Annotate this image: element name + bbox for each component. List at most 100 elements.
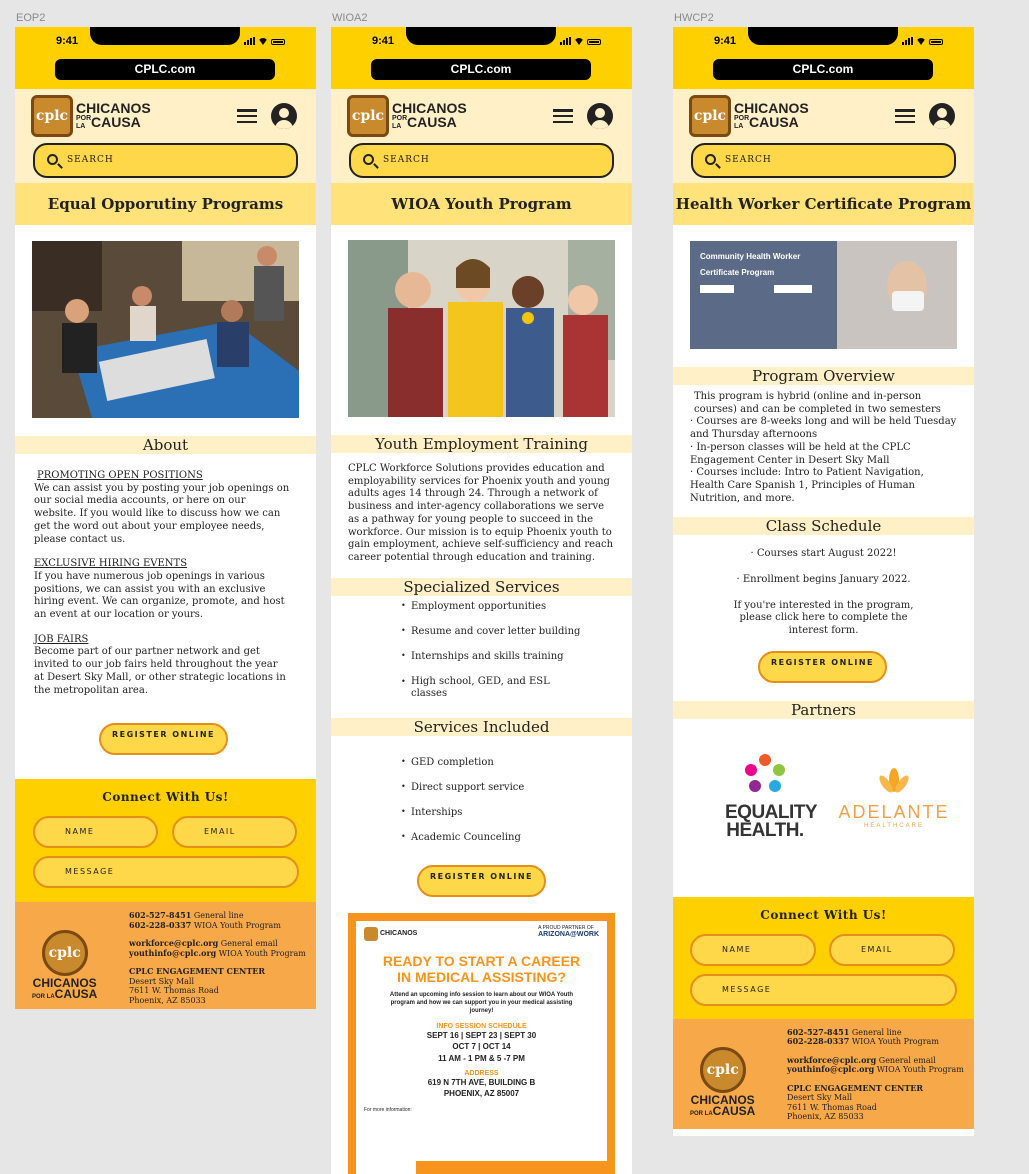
address-line1: Desert Sky Mall xyxy=(787,1093,853,1103)
email-wioa[interactable]: youthinfo@cplc.org xyxy=(129,948,216,958)
message-field[interactable]: MESSAGE xyxy=(690,973,957,1006)
url-bar[interactable]: CPLC.com xyxy=(713,59,933,80)
phone-wioa-label: WIOA Youth Program xyxy=(193,920,281,930)
address-line2: 7611 W. Thomas Road xyxy=(129,986,219,996)
email-general[interactable]: workforce@cplc.org xyxy=(787,1055,876,1065)
logo-small-text: POR LA xyxy=(76,115,92,131)
para-hiring-events: If you have numerous job openings in var… xyxy=(34,570,285,621)
search-icon xyxy=(363,154,374,165)
adelante-text: ADELANTE xyxy=(838,801,950,822)
page-title: Health Worker Certificate Program xyxy=(673,183,974,225)
included-list: GED completion Direct support service In… xyxy=(331,736,632,857)
overview-bullet2: In-person classes will be held at the CP… xyxy=(690,441,911,466)
site-header: cplc CHICANOS POR LA CAUSA SEARCH xyxy=(331,89,632,183)
url-bar[interactable]: CPLC.com xyxy=(371,59,591,80)
notch xyxy=(406,27,556,45)
register-online-button[interactable]: REGISTER ONLINE xyxy=(99,723,228,756)
url-bar[interactable]: CPLC.com xyxy=(55,59,275,80)
logo[interactable]: cplc CHICANOS POR LA CAUSA xyxy=(689,95,809,137)
phone-general-label: General line xyxy=(193,911,244,921)
logo[interactable]: cplc CHICANOS POR LA CAUSA xyxy=(347,95,467,137)
email-field[interactable]: EMAIL xyxy=(829,933,955,966)
logo[interactable]: cplc CHICANOS POR LA CAUSA xyxy=(31,95,151,137)
email-wioa[interactable]: youthinfo@cplc.org xyxy=(787,1064,874,1075)
register-online-button[interactable]: REGISTER ONLINE xyxy=(758,650,887,683)
phone-general-label: General line xyxy=(851,1027,902,1037)
email-wioa-label: WIOA Youth Program xyxy=(218,948,306,958)
hamburger-menu-icon[interactable] xyxy=(237,109,257,123)
message-field[interactable]: MESSAGE xyxy=(33,856,299,889)
status-bar: 9:41 CPLC.com xyxy=(15,27,316,89)
section-services-included: Services Included xyxy=(331,717,632,736)
status-bar: 9:41 CPLC.com xyxy=(331,27,632,89)
battery-icon xyxy=(929,39,943,45)
list-item: Interships xyxy=(401,807,632,832)
search-icon xyxy=(705,154,716,165)
phone-general[interactable]: 602-527-8451 xyxy=(787,1027,849,1037)
email-field[interactable]: EMAIL xyxy=(172,816,297,849)
account-icon[interactable] xyxy=(929,103,955,129)
banner-line2: Certificate Program xyxy=(700,268,775,277)
address-line2: 7611 W. Thomas Road xyxy=(787,1102,877,1112)
footer-brand-small: POR LA xyxy=(690,1110,713,1117)
section-overview: Program Overview xyxy=(673,367,974,385)
center-name: CPLC ENGAGEMENT CENTER xyxy=(129,966,266,977)
clock: 9:41 xyxy=(372,35,395,47)
phone-hwc: 9:41 CPLC.com cplc CHICANOS POR LA CAUSA SE… xyxy=(673,27,974,1136)
phone-general[interactable]: 602-527-8451 xyxy=(129,910,191,921)
search-input[interactable]: SEARCH xyxy=(349,143,614,178)
footer-logo: cplc CHICANOS POR LACAUSA xyxy=(32,930,97,1003)
name-field[interactable]: NAME xyxy=(33,816,158,849)
schedule-interest[interactable]: If you're interested in the program, ple… xyxy=(734,600,914,638)
adelante-logo[interactable]: ADELANTE HEALTHCARE xyxy=(833,766,955,829)
signal-icon xyxy=(902,37,913,45)
overview-bullet3: Courses include: Intro to Patient Naviga… xyxy=(690,467,924,504)
footer-brand-2: CAUSA xyxy=(54,987,98,1002)
phone-wioa[interactable]: 602-228-0337 xyxy=(787,1036,849,1047)
heading-hiring-events: EXCLUSIVE HIRING EVENTS xyxy=(34,558,188,570)
account-icon[interactable] xyxy=(587,103,613,129)
phone-wioa[interactable]: 602-228-0337 xyxy=(129,920,191,930)
footer-seal-icon: cplc xyxy=(699,1046,746,1093)
wifi-icon xyxy=(916,38,926,45)
section-specialized: Specialized Services xyxy=(331,577,632,596)
address-line3: Phoenix, AZ 85033 xyxy=(787,1112,864,1122)
hamburger-menu-icon[interactable] xyxy=(553,109,573,123)
signal-icon xyxy=(244,37,255,45)
schedule-start: Courses start August 2022! xyxy=(756,548,897,560)
frame-label-eop: EOP2 xyxy=(16,12,46,24)
flyer-sub: Attend an upcoming info session to learn… xyxy=(389,991,574,1014)
name-field[interactable]: NAME xyxy=(690,933,816,966)
connect-title: Connect With Us! xyxy=(760,907,887,922)
signal-icon xyxy=(560,37,571,45)
flyer-address2: PHOENIX, AZ 85007 xyxy=(443,1088,520,1098)
flyer: CHICANOS A PROUD PARTNER OF ARIZONA@WORK … xyxy=(348,912,615,1174)
email-general-label: General email xyxy=(878,1055,936,1065)
connect-form: Connect With Us! NAME EMAIL MESSAGE xyxy=(673,896,974,1019)
footer-seal-icon: cplc xyxy=(41,930,88,977)
list-item: Direct support service xyxy=(401,782,632,807)
account-icon[interactable] xyxy=(271,103,297,129)
flyer-schedule-heading: INFO SESSION SCHEDULE xyxy=(436,1022,527,1030)
list-item: GED completion xyxy=(401,757,632,782)
logo-small-text: POR LA xyxy=(392,115,408,131)
search-input[interactable]: SEARCH xyxy=(33,143,298,178)
equality-health-logo[interactable]: EQUALITY HEALTH. xyxy=(725,752,818,840)
hamburger-menu-icon[interactable] xyxy=(895,109,915,123)
flyer-more: For more information: xyxy=(364,1106,412,1113)
list-item: Employment opportunities xyxy=(401,601,632,626)
site-header: cplc CHICANOS POR LA CAUSA SEARCH xyxy=(673,89,974,183)
phone-wioa: 9:41 CPLC.com cplc CHICANOS POR LA CAUSA SE… xyxy=(331,27,632,1174)
register-online-button[interactable]: REGISTER ONLINE xyxy=(417,864,546,897)
status-bar: 9:41 CPLC.com xyxy=(673,27,974,89)
connect-title: Connect With Us! xyxy=(102,790,229,805)
flyer-address1: 619 N 7TH AVE, BUILDING B xyxy=(427,1077,536,1087)
email-general[interactable]: workforce@cplc.org xyxy=(129,938,218,949)
section-class-schedule: Class Schedule xyxy=(673,517,974,536)
flyer-seal-icon xyxy=(364,926,378,941)
overview-text: This program is hybrid (online and in-pe… xyxy=(673,385,974,505)
frame-label-wioa: WIOA2 xyxy=(332,12,368,24)
status-icons xyxy=(560,37,601,45)
search-input[interactable]: SEARCH xyxy=(691,143,956,178)
list-item: Internships and skills training xyxy=(401,651,632,676)
